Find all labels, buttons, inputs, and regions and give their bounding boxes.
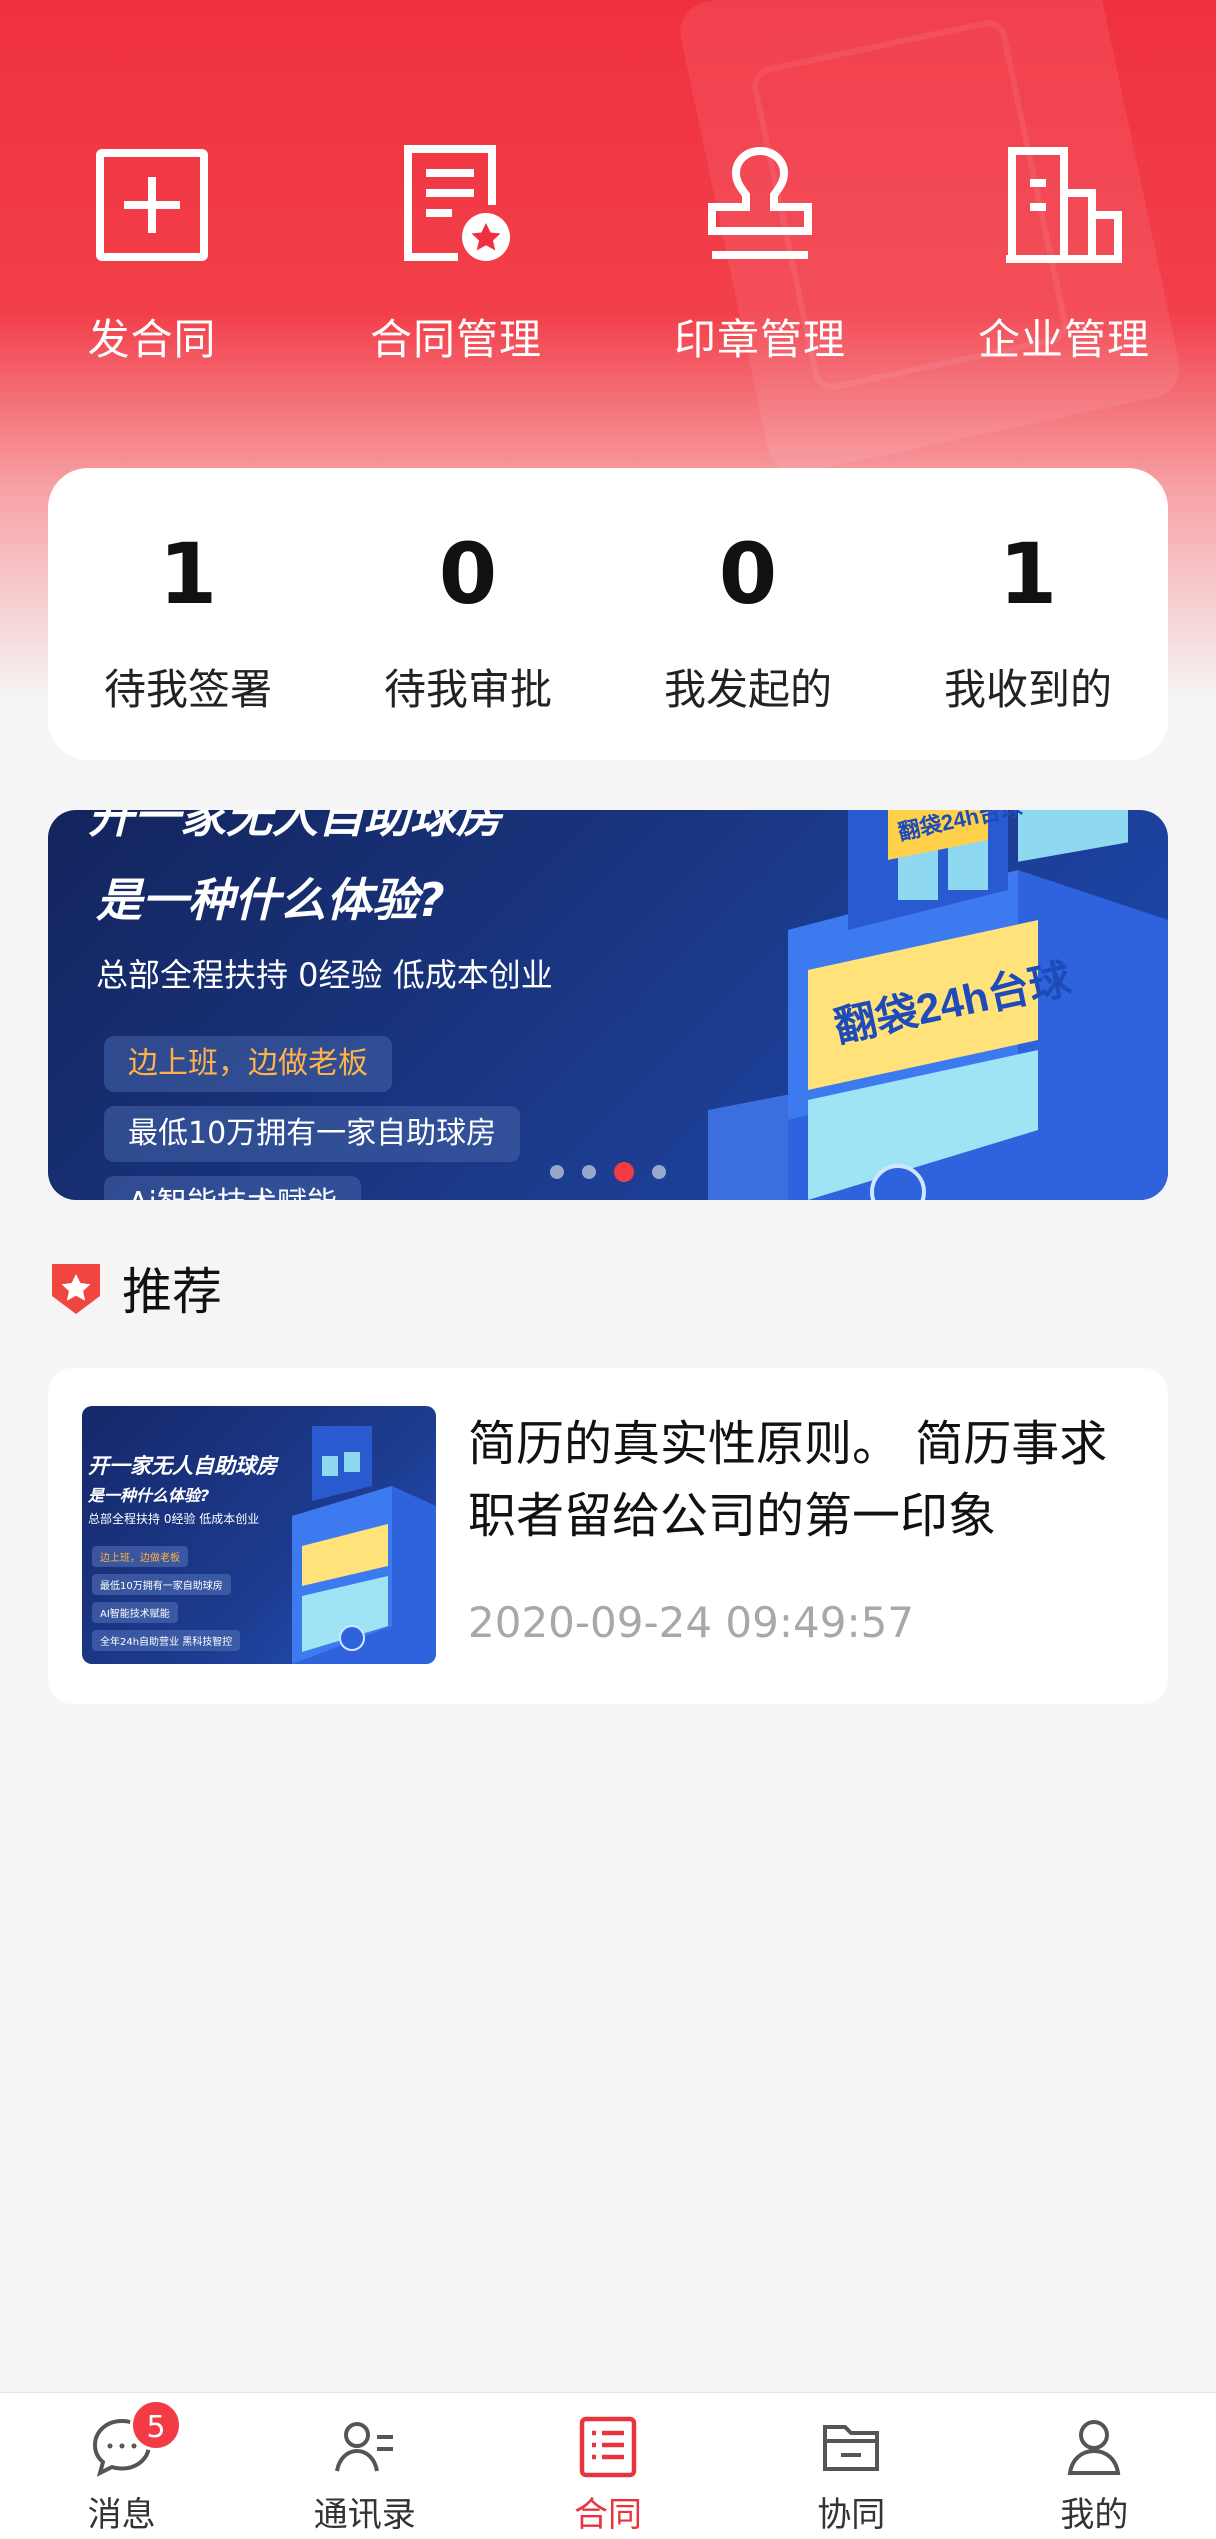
quick-action-label: 合同管理 bbox=[369, 315, 542, 364]
stat-label: 待我签署 bbox=[103, 665, 272, 714]
article-title: 简历的真实性原则。 简历事求职者留给公司的第一印象 bbox=[468, 1416, 1108, 1544]
pagination-dot-active[interactable] bbox=[614, 1162, 634, 1182]
pagination-dot[interactable] bbox=[582, 1165, 596, 1179]
contract-star-icon bbox=[391, 140, 521, 270]
quick-action-contract-management[interactable]: 合同管理 bbox=[336, 140, 576, 370]
article-thumbnail: 开一家无人自助球房 是一种什么体验? 总部全程扶持 0经验 低成本创业 边上班，… bbox=[82, 1406, 436, 1664]
tab-label: 合同 bbox=[574, 2495, 642, 2535]
stat-value: 1 bbox=[998, 525, 1058, 623]
stat-value: 1 bbox=[158, 525, 218, 623]
user-icon bbox=[1062, 2415, 1126, 2479]
quick-action-seal-management[interactable]: 印章管理 bbox=[640, 140, 880, 370]
contract-list-icon bbox=[576, 2415, 640, 2479]
tab-label: 消息 bbox=[87, 2495, 156, 2535]
quick-actions: 发合同 合同管理 印章管理 企业管理 bbox=[0, 140, 1216, 370]
banner-pill: 边上班，边做老板 bbox=[104, 1036, 392, 1092]
tab-label: 我的 bbox=[1060, 2495, 1129, 2535]
tab-label: 协同 bbox=[817, 2495, 886, 2535]
quick-action-send-contract[interactable]: 发合同 bbox=[32, 140, 272, 370]
tab-collaboration[interactable]: 协同 bbox=[730, 2393, 973, 2539]
quick-action-label: 印章管理 bbox=[673, 315, 846, 364]
banner-pill: 最低10万拥有一家自助球房 bbox=[104, 1106, 521, 1162]
banner-headline-top: 开一家无人自助球房 bbox=[88, 810, 502, 843]
pagination-dot[interactable] bbox=[550, 1165, 564, 1179]
stat-label: 我发起的 bbox=[663, 665, 832, 714]
promo-banner[interactable]: 开一家无人自助球房 是一种什么体验? 总部全程扶持 0经验 低成本创业 边上班，… bbox=[48, 810, 1168, 1200]
thumb-pill: AI智能技术赋能 bbox=[92, 1602, 178, 1623]
thumb-pill: 全年24h自助营业 黑科技智控 bbox=[92, 1630, 241, 1651]
recommend-title: 推荐 bbox=[122, 1263, 222, 1321]
thumb-building-illustration bbox=[292, 1426, 436, 1664]
stat-value: 0 bbox=[718, 525, 778, 623]
unread-badge: 5 bbox=[130, 2399, 182, 2451]
tab-contracts[interactable]: 合同 bbox=[486, 2393, 729, 2539]
stat-pending-approval[interactable]: 0 待我审批 bbox=[328, 468, 608, 760]
contract-stats-card: 1 待我签署 0 待我审批 0 我发起的 1 我收到的 bbox=[48, 468, 1168, 760]
stat-label: 待我审批 bbox=[383, 665, 552, 714]
tab-profile[interactable]: 我的 bbox=[973, 2393, 1216, 2539]
tab-contacts[interactable]: 通讯录 bbox=[243, 2393, 486, 2539]
contacts-icon bbox=[333, 2415, 397, 2479]
seal-stamp-icon bbox=[695, 140, 825, 270]
stat-initiated[interactable]: 0 我发起的 bbox=[608, 468, 888, 760]
banner-headline: 是一种什么体验? bbox=[96, 873, 445, 927]
banner-subtitle: 总部全程扶持 0经验 低成本创业 bbox=[96, 956, 553, 994]
stat-value: 0 bbox=[438, 525, 498, 623]
pagination-dot[interactable] bbox=[652, 1165, 666, 1179]
tab-label: 通讯录 bbox=[313, 2495, 416, 2535]
recommend-section-header: 推荐 bbox=[48, 1252, 222, 1324]
thumb-subtitle: 总部全程扶持 0经验 低成本创业 bbox=[88, 1512, 260, 1526]
building-icon bbox=[999, 140, 1129, 270]
bottom-tab-bar: 消息 5 通讯录 合同 协同 我的 bbox=[0, 2392, 1216, 2539]
thumb-pill: 最低10万拥有一家自助球房 bbox=[92, 1574, 231, 1595]
banner-pagination bbox=[550, 1162, 666, 1182]
add-square-icon bbox=[87, 140, 217, 270]
article-date: 2020-09-24 09:49:57 bbox=[468, 1598, 915, 1647]
stat-pending-sign[interactable]: 1 待我签署 bbox=[48, 468, 328, 760]
quick-action-enterprise-management[interactable]: 企业管理 bbox=[944, 140, 1184, 370]
recommend-article-card[interactable]: 开一家无人自助球房 是一种什么体验? 总部全程扶持 0经验 低成本创业 边上班，… bbox=[48, 1368, 1168, 1704]
stat-received[interactable]: 1 我收到的 bbox=[888, 468, 1168, 760]
banner-pill: Ai智能技术赋能 bbox=[104, 1176, 361, 1200]
tab-messages[interactable]: 消息 5 bbox=[0, 2393, 243, 2539]
recommend-badge-icon bbox=[48, 1260, 104, 1316]
folder-icon bbox=[819, 2415, 883, 2479]
banner-building-illustration: 翻袋24h台球 翻袋24h台球 bbox=[708, 810, 1168, 1200]
quick-action-label: 发合同 bbox=[87, 315, 217, 364]
thumb-headline-1: 开一家无人自助球房 bbox=[88, 1454, 277, 1478]
thumb-pill: 边上班，边做老板 bbox=[92, 1546, 188, 1567]
thumb-headline-2: 是一种什么体验? bbox=[88, 1486, 210, 1505]
stat-label: 我收到的 bbox=[943, 665, 1112, 714]
quick-action-label: 企业管理 bbox=[977, 315, 1150, 364]
